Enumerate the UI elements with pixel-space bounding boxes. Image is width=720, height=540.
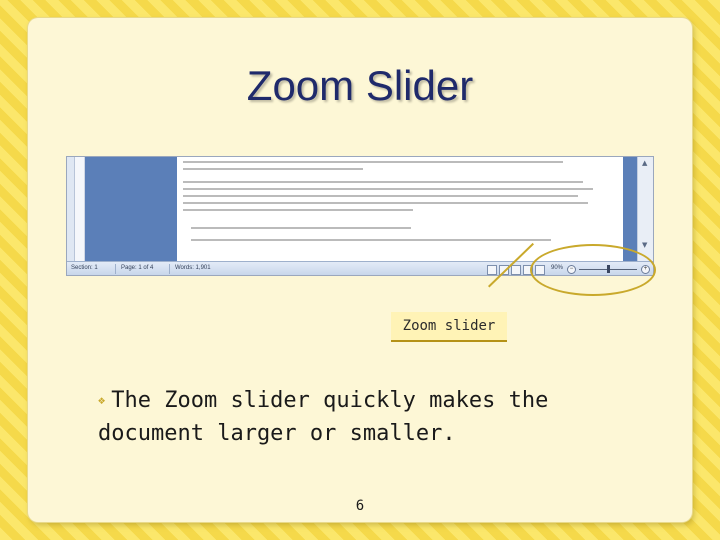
print-layout-view-button[interactable] [487,265,497,275]
callout-ellipse [530,244,656,296]
web-layout-view-button[interactable] [511,265,521,275]
bullet-text-line2: document larger or smaller. [98,421,456,446]
document-background [85,157,177,261]
section-indicator[interactable]: Section: 1 [71,265,98,271]
document-page [177,157,623,261]
bullet-point: ❖ The Zoom slider quickly makes the docum… [98,384,678,450]
slide-title: Zoom Slider [246,62,474,109]
vertical-ruler [75,157,85,261]
vertical-scrollbar[interactable]: ▲ ▼ [637,157,653,261]
bullet-icon: ❖ [98,393,106,407]
status-separator [115,264,116,274]
document-background-right [623,157,637,261]
status-separator [169,264,170,274]
page-number: 6 [355,498,365,514]
callout-label: Zoom slider [391,312,507,342]
scroll-up-icon[interactable]: ▲ [642,159,650,167]
left-rail [67,157,75,261]
page-indicator[interactable]: Page: 1 of 4 [121,265,153,271]
word-count[interactable]: Words: 1,901 [175,265,211,271]
bullet-text-line1: The Zoom slider quickly makes the [111,388,549,413]
scroll-down-icon[interactable]: ▼ [642,241,650,249]
